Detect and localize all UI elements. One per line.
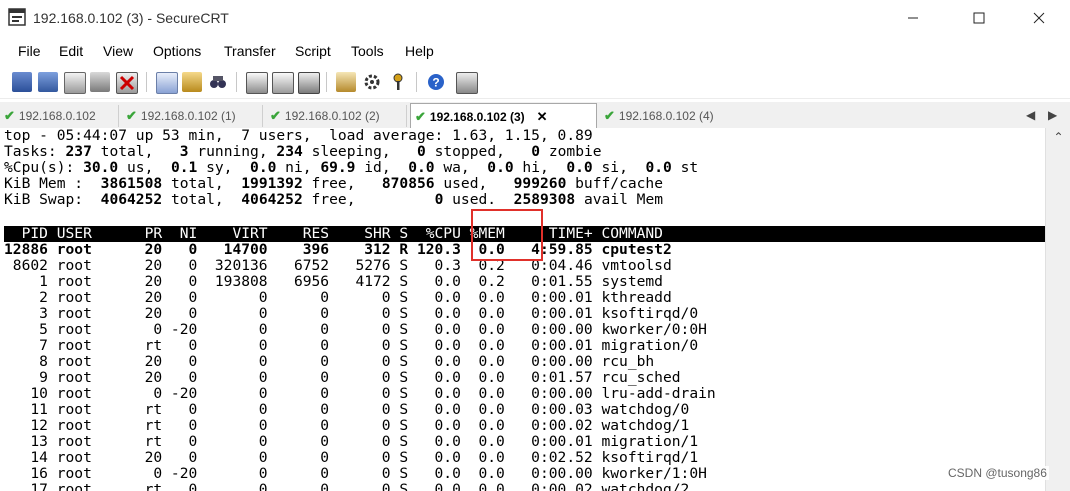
title-bar: 192.168.0.102 (3) - SecureCRT (0, 0, 1070, 38)
print-setup-icon[interactable] (246, 72, 268, 94)
cpu-highlight-box (471, 209, 543, 261)
process-row: 8602 root 20 0 320136 6752 5276 S 0.3 0.… (4, 257, 672, 274)
process-row: 17 root rt 0 0 0 0 S 0.0 0.0 0:00.02 wat… (4, 481, 690, 491)
key-map-icon[interactable] (388, 72, 408, 92)
find-icon[interactable] (208, 72, 228, 92)
tab-scroll-right-icon[interactable]: ▶ (1048, 108, 1057, 122)
toolbar-separator (236, 72, 237, 92)
menu-transfer[interactable]: Transfer (224, 43, 276, 59)
disconnect-icon[interactable] (116, 72, 138, 94)
copy-icon[interactable] (156, 72, 178, 94)
tab-scroll-left-icon[interactable]: ◀ (1026, 108, 1035, 122)
help-icon[interactable]: ? (426, 72, 446, 92)
tab-close-icon[interactable]: ✕ (537, 109, 548, 125)
process-row: 5 root 0 -20 0 0 0 S 0.0 0.0 0:00.00 kwo… (4, 321, 707, 338)
close-icon (1033, 12, 1045, 24)
securecrt-app-icon (8, 8, 26, 26)
toolbar-separator (326, 72, 327, 92)
session-options-icon[interactable] (336, 72, 356, 92)
menu-script[interactable]: Script (295, 43, 331, 59)
session-tab-bar: ✔ 192.168.0.102 ✔ 192.168.0.102 (1) ✔ 192.1… (0, 102, 1070, 130)
process-row: 7 root rt 0 0 0 0 S 0.0 0.0 0:00.01 migr… (4, 337, 699, 354)
tab-session-3-active[interactable]: ✔ 192.168.0.102 (3) ✕ (410, 103, 597, 130)
tab-label: 192.168.0.102 (4) (618, 109, 714, 123)
process-row: 12 root rt 0 0 0 0 S 0.0 0.0 0:00.02 wat… (4, 417, 690, 434)
process-row: 3 root 20 0 0 0 0 S 0.0 0.0 0:00.01 ksof… (4, 305, 699, 322)
minimize-button[interactable] (890, 4, 936, 32)
connected-check-icon: ✔ (270, 108, 281, 123)
process-row: 11 root rt 0 0 0 0 S 0.0 0.0 0:00.03 wat… (4, 401, 690, 418)
tab-label: 192.168.0.102 (18, 109, 96, 123)
svg-text:?: ? (432, 76, 439, 90)
global-options-icon[interactable] (362, 72, 382, 92)
terminal-area[interactable]: top - 05:44:07 up 53 min, 7 users, load … (0, 128, 1045, 491)
tab-label: 192.168.0.102 (1) (140, 109, 236, 123)
watermark: CSDN @tusong86 (946, 466, 1049, 480)
menu-edit[interactable]: Edit (59, 43, 83, 59)
minimize-icon (908, 17, 918, 19)
process-row: 14 root 20 0 0 0 0 S 0.0 0.0 0:02.52 kso… (4, 449, 699, 466)
quick-connect-icon[interactable] (38, 72, 58, 92)
paste-icon[interactable] (182, 72, 202, 92)
menu-options[interactable]: Options (153, 43, 201, 59)
cpu-line: %Cpu(s): 30.0 us, 0.1 sy, 0.0 ni, 69.9 i… (4, 159, 699, 176)
connected-check-icon: ✔ (126, 108, 137, 123)
menu-bar: File Edit View Options Transfer Script T… (0, 40, 1070, 64)
mem-line: KiB Mem : 3861508 total, 1991392 free, 8… (4, 175, 664, 192)
toolbar-separator (146, 72, 147, 92)
maximize-button[interactable] (956, 4, 1002, 32)
toolbar-separator (416, 72, 417, 92)
process-row: 2 root 20 0 0 0 0 S 0.0 0.0 0:00.01 kthr… (4, 289, 672, 306)
tasks-line: Tasks: 237 total, 3 running, 234 sleepin… (4, 143, 602, 160)
process-row: 10 root 0 -20 0 0 0 S 0.0 0.0 0:00.00 lr… (4, 385, 716, 402)
print-screen-icon[interactable] (298, 72, 320, 94)
process-row: 8 root 20 0 0 0 0 S 0.0 0.0 0:00.00 rcu_… (4, 353, 655, 370)
connected-check-icon: ✔ (415, 108, 426, 124)
tab-session-2[interactable]: ✔ 192.168.0.102 (2) (266, 105, 407, 127)
maximize-icon (973, 12, 985, 24)
tab-session-1[interactable]: ✔ 192.168.0.102 (1) (122, 105, 263, 127)
print-icon[interactable] (272, 72, 294, 94)
process-row: 1 root 20 0 193808 6956 4172 S 0.0 0.2 0… (4, 273, 663, 290)
process-row: 16 root 0 -20 0 0 0 S 0.0 0.0 0:00.00 kw… (4, 465, 707, 482)
scroll-up-icon[interactable]: ⌃ (1046, 130, 1070, 144)
tab-session-0[interactable]: ✔ 192.168.0.102 (0, 105, 119, 127)
top-uptime-line: top - 05:44:07 up 53 min, 7 users, load … (4, 128, 593, 144)
swap-line: KiB Swap: 4064252 total, 4064252 free, 0… (4, 191, 664, 208)
process-row: 9 root 20 0 0 0 0 S 0.0 0.0 0:01.57 rcu_… (4, 369, 681, 386)
sftp-icon[interactable] (456, 72, 478, 94)
process-row: 13 root rt 0 0 0 0 S 0.0 0.0 0:00.01 mig… (4, 433, 699, 450)
menu-tools[interactable]: Tools (351, 43, 384, 59)
window-title: 192.168.0.102 (3) - SecureCRT (33, 10, 229, 26)
reconnect-icon[interactable] (90, 72, 110, 92)
connect-in-tab-icon[interactable] (64, 72, 86, 94)
vertical-scrollbar[interactable]: ⌃ (1045, 128, 1070, 491)
tab-label: 192.168.0.102 (2) (284, 109, 380, 123)
process-row: 12886 root 20 0 14700 396 312 R 120.3 0.… (4, 241, 672, 258)
menu-view[interactable]: View (103, 43, 133, 59)
connect-icon[interactable] (12, 72, 32, 92)
menu-help[interactable]: Help (405, 43, 434, 59)
tab-session-4[interactable]: ✔ 192.168.0.102 (4) (600, 105, 740, 127)
menu-file[interactable]: File (18, 43, 41, 59)
toolbar: ? (0, 66, 1070, 99)
close-window-button[interactable] (1016, 4, 1062, 32)
tab-label: 192.168.0.102 (3) (429, 109, 525, 124)
connected-check-icon: ✔ (604, 108, 615, 123)
connected-check-icon: ✔ (4, 108, 15, 123)
